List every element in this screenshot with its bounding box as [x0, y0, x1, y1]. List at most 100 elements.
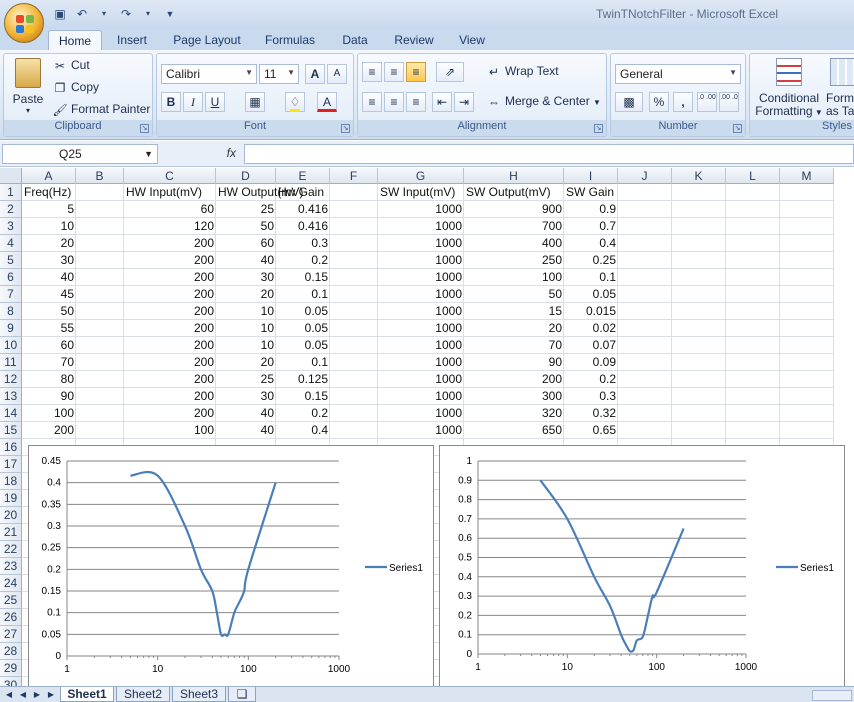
cell-I9[interactable]: 0.02	[564, 320, 618, 337]
column-header[interactable]: I	[564, 168, 618, 184]
row-header[interactable]: 19	[0, 490, 22, 507]
cell-D12[interactable]: 25	[216, 371, 276, 388]
sheet-tab-sheet3[interactable]: Sheet3	[172, 687, 226, 702]
insert-function-button[interactable]: fx	[160, 144, 242, 164]
cell-D14[interactable]: 40	[216, 405, 276, 422]
column-header[interactable]: H	[464, 168, 564, 184]
cell-I2[interactable]: 0.9	[564, 201, 618, 218]
cell-D6[interactable]: 30	[216, 269, 276, 286]
bold-button[interactable]: B	[161, 92, 181, 112]
cell-C5[interactable]: 200	[124, 252, 216, 269]
cell-I12[interactable]: 0.2	[564, 371, 618, 388]
row-header[interactable]: 4	[0, 235, 22, 252]
column-header[interactable]: D	[216, 168, 276, 184]
tab-page-layout[interactable]: Page Layout	[168, 30, 246, 50]
last-sheet-icon[interactable]: ▶	[46, 689, 56, 700]
cell-H12[interactable]: 200	[464, 371, 564, 388]
wrap-text-button[interactable]: ↵ Wrap Text	[486, 64, 559, 80]
cell-A12[interactable]: 80	[22, 371, 76, 388]
cell-E5[interactable]: 0.2	[276, 252, 330, 269]
cell-H5[interactable]: 250	[464, 252, 564, 269]
save-icon[interactable]: ▣	[52, 6, 68, 22]
cell-D13[interactable]: 30	[216, 388, 276, 405]
cell-G1[interactable]: SW Input(mV)	[378, 184, 464, 201]
cell-G14[interactable]: 1000	[378, 405, 464, 422]
cell-E12[interactable]: 0.125	[276, 371, 330, 388]
undo-icon[interactable]: ↶	[74, 6, 90, 22]
tab-review[interactable]: Review	[388, 30, 440, 50]
cell-A3[interactable]: 10	[22, 218, 76, 235]
align-left-button[interactable]: ≡	[362, 92, 382, 112]
insert-sheet-button[interactable]: ❏	[228, 687, 256, 702]
cell-H6[interactable]: 100	[464, 269, 564, 286]
cell-H10[interactable]: 70	[464, 337, 564, 354]
cell-C14[interactable]: 200	[124, 405, 216, 422]
row-header[interactable]: 25	[0, 592, 22, 609]
cell-A7[interactable]: 45	[22, 286, 76, 303]
cell-D11[interactable]: 20	[216, 354, 276, 371]
column-header[interactable]: J	[618, 168, 672, 184]
cell-E15[interactable]: 0.4	[276, 422, 330, 439]
cell-H4[interactable]: 400	[464, 235, 564, 252]
cell-G11[interactable]: 1000	[378, 354, 464, 371]
row-header[interactable]: 18	[0, 473, 22, 490]
row-header[interactable]: 11	[0, 354, 22, 371]
worksheet-grid[interactable]: A B C D E F G H I J K L M 1 2 3 4 5 6 7 8 9 10 11 12 13 14 15 16 17 18…	[0, 168, 854, 686]
cell-I10[interactable]: 0.07	[564, 337, 618, 354]
cell-A9[interactable]: 55	[22, 320, 76, 337]
borders-button[interactable]: ▦	[245, 92, 265, 112]
cell-I1[interactable]: SW Gain	[564, 184, 618, 201]
cell-D10[interactable]: 10	[216, 337, 276, 354]
row-header[interactable]: 6	[0, 269, 22, 286]
cell-C4[interactable]: 200	[124, 235, 216, 252]
chart-2[interactable]: 0 0.1 0.2 0.3 0.4 0.5 0.6 0.7 0.8 0.9 1 1 10 100 1000 S…	[439, 445, 845, 686]
cell-E6[interactable]: 0.15	[276, 269, 330, 286]
align-center-button[interactable]: ≡	[384, 92, 404, 112]
first-sheet-icon[interactable]: ◀	[4, 689, 14, 700]
column-header[interactable]: A	[22, 168, 76, 184]
dialog-launcher-icon[interactable]: ↘	[733, 124, 742, 133]
horizontal-scrollbar[interactable]	[812, 690, 852, 701]
row-header[interactable]: 3	[0, 218, 22, 235]
row-header[interactable]: 2	[0, 201, 22, 218]
select-all-corner[interactable]	[0, 168, 22, 184]
cell-I7[interactable]: 0.05	[564, 286, 618, 303]
dialog-launcher-icon[interactable]: ↘	[341, 124, 350, 133]
dialog-launcher-icon[interactable]: ↘	[140, 124, 149, 133]
cell-G7[interactable]: 1000	[378, 286, 464, 303]
align-top-button[interactable]: ≡	[362, 62, 382, 82]
cell-C15[interactable]: 100	[124, 422, 216, 439]
row-header[interactable]: 15	[0, 422, 22, 439]
row-header[interactable]: 17	[0, 456, 22, 473]
cell-A13[interactable]: 90	[22, 388, 76, 405]
comma-button[interactable]: ,	[673, 92, 693, 112]
cell-H15[interactable]: 650	[464, 422, 564, 439]
row-header[interactable]: 1	[0, 184, 22, 201]
shrink-font-button[interactable]: A	[327, 64, 347, 84]
copy-button[interactable]: ❐ Copy	[52, 80, 99, 96]
cell-H7[interactable]: 50	[464, 286, 564, 303]
cell-E2[interactable]: 0.416	[276, 201, 330, 218]
cell-G4[interactable]: 1000	[378, 235, 464, 252]
cell-C10[interactable]: 200	[124, 337, 216, 354]
fill-color-button[interactable]: ♢	[285, 92, 305, 112]
row-header[interactable]: 12	[0, 371, 22, 388]
cell-A5[interactable]: 30	[22, 252, 76, 269]
sheet-tab-sheet2[interactable]: Sheet2	[116, 687, 170, 702]
column-header[interactable]: M	[780, 168, 834, 184]
cell-G9[interactable]: 1000	[378, 320, 464, 337]
chevron-down-icon[interactable]: ▾	[96, 6, 112, 22]
decrease-decimal-button[interactable]: .00 .0	[719, 92, 739, 112]
row-header[interactable]: 26	[0, 609, 22, 626]
cell-A4[interactable]: 20	[22, 235, 76, 252]
grow-font-button[interactable]: A	[305, 64, 325, 84]
row-header[interactable]: 21	[0, 524, 22, 541]
row-header[interactable]: 22	[0, 541, 22, 558]
decrease-indent-button[interactable]: ⇤	[432, 92, 452, 112]
column-header[interactable]: E	[276, 168, 330, 184]
percent-button[interactable]: %	[649, 92, 669, 112]
tab-data[interactable]: Data	[336, 30, 374, 50]
cell-I8[interactable]: 0.015	[564, 303, 618, 320]
font-size-select[interactable]: 11 ▼	[259, 64, 299, 84]
paste-button[interactable]: Paste ▾	[10, 58, 46, 115]
